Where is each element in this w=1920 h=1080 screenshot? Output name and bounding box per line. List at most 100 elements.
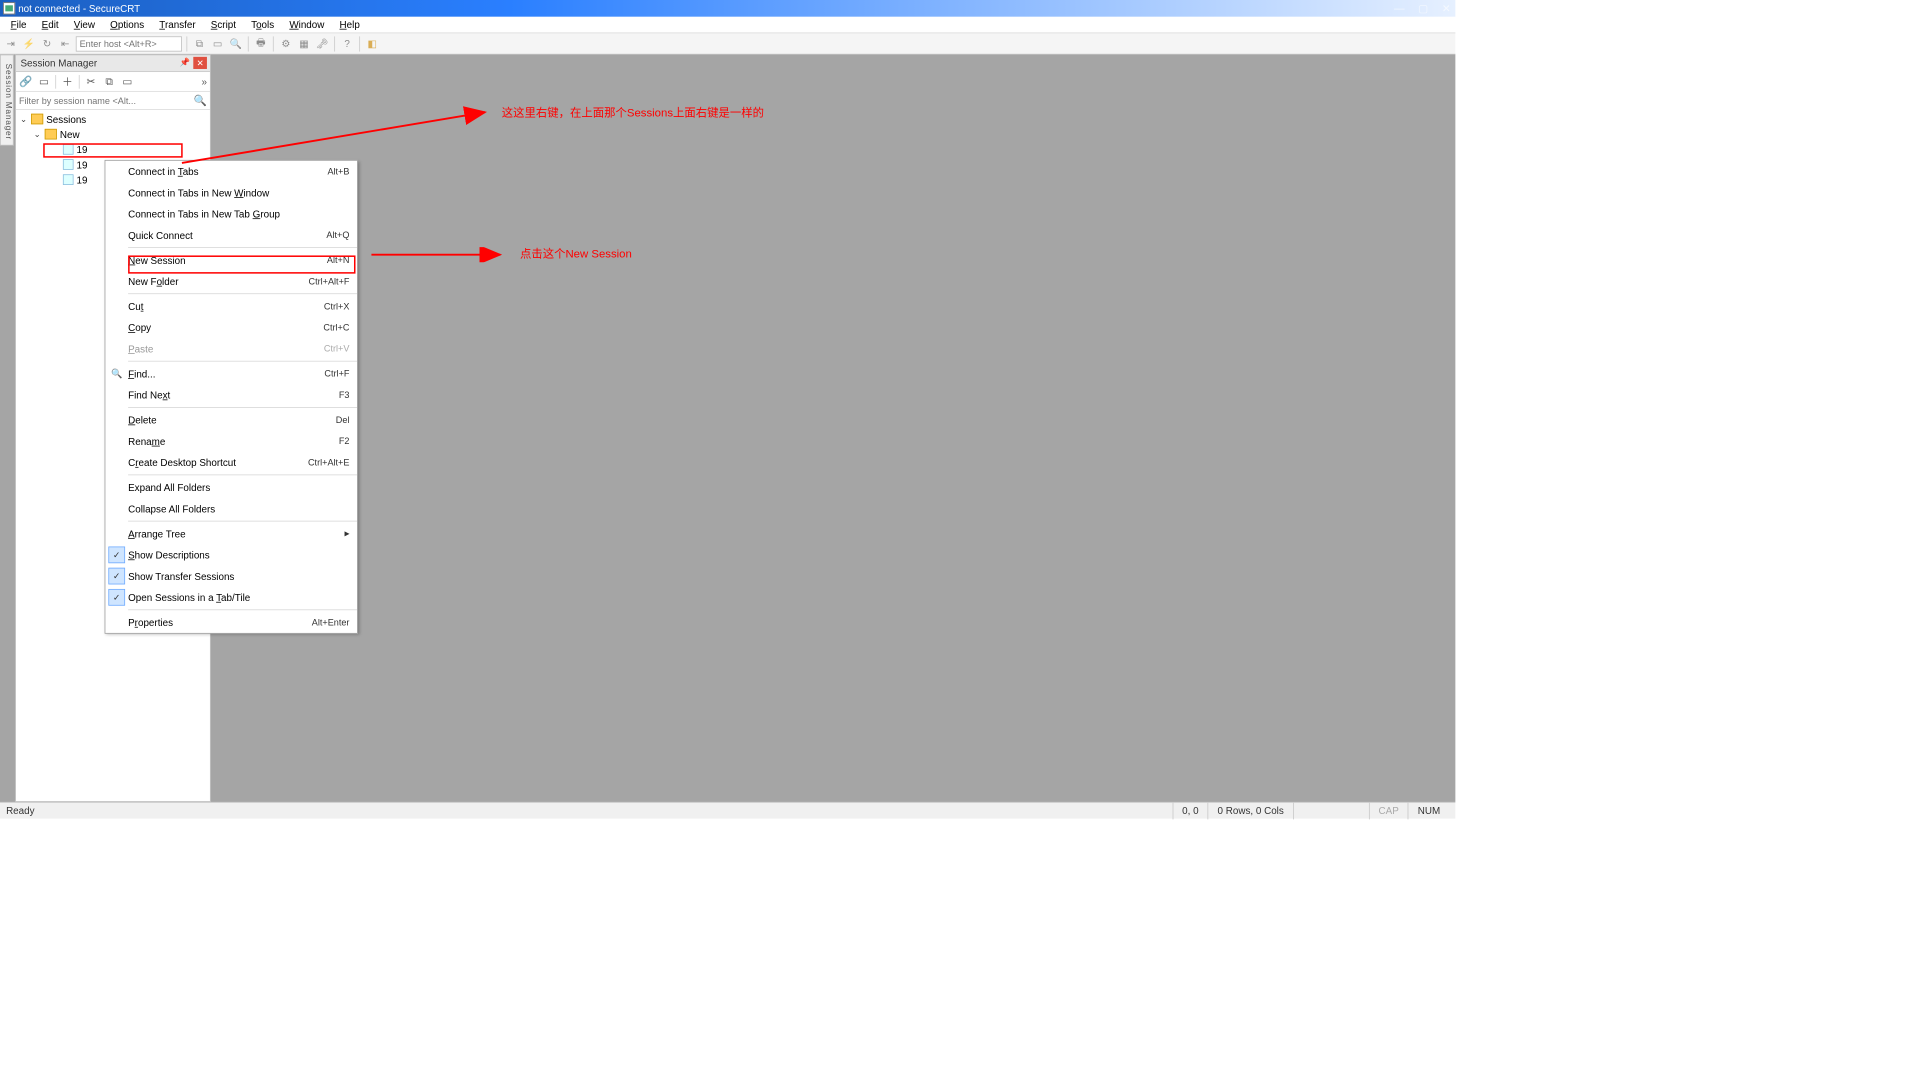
ctx-open-sessions-in-a-tab-tile[interactable]: ✓Open Sessions in a Tab/Tile	[105, 587, 357, 608]
ctx-paste: PasteCtrl+V	[105, 338, 357, 359]
sep	[79, 75, 80, 89]
menubar: File Edit View Options Transfer Script T…	[0, 17, 1455, 34]
ctx-new-session[interactable]: New SessionAlt+N	[105, 249, 357, 270]
toolbar: ⇥ ⚡ ↻ ⇤ ⧉ ▭ 🔍 🖶 ⚙ ▦ 🗝 ? ◧	[0, 33, 1455, 54]
find-icon[interactable]: 🔍	[228, 36, 243, 51]
app-icon	[3, 2, 15, 14]
overflow-icon[interactable]: »	[201, 76, 206, 87]
connect-icon[interactable]: ⇥	[3, 36, 18, 51]
menu-script[interactable]: Script	[203, 17, 243, 31]
session-manager-vertical-tab[interactable]: Session Manager	[0, 55, 14, 146]
ctx-show-descriptions[interactable]: ✓Show Descriptions	[105, 544, 357, 565]
statusbar: Ready 0, 0 0 Rows, 0 Cols CAP NUM	[0, 802, 1455, 819]
ctx-cut[interactable]: CutCtrl+X	[105, 296, 357, 317]
maximize-button[interactable]: ▢	[1418, 0, 1428, 17]
disconnect-icon[interactable]: ⇤	[58, 36, 73, 51]
expand-icon[interactable]: ⌄	[19, 114, 28, 124]
ctx-copy[interactable]: CopyCtrl+C	[105, 317, 357, 338]
tree-root-sessions[interactable]: ⌄ Sessions	[16, 111, 210, 126]
window-controls: — ▢ ✕	[1394, 0, 1451, 17]
annotation-text-1: 这这里右键，在上面那个Sessions上面右键是一样的	[502, 105, 764, 121]
new-tab-icon[interactable]: ▭	[37, 75, 51, 89]
ctx-show-transfer-sessions[interactable]: ✓Show Transfer Sessions	[105, 565, 357, 586]
close-button[interactable]: ✕	[1442, 0, 1451, 17]
window-title: not connected - SecureCRT	[18, 3, 140, 14]
host-input[interactable]	[76, 36, 182, 51]
tree-item-label: 19	[77, 174, 88, 185]
quick-connect-icon[interactable]: ⚡	[21, 36, 36, 51]
toolbar-separator	[273, 36, 274, 51]
ctx-connect-in-tabs-in-new-tab-group[interactable]: Connect in Tabs in New Tab Group	[105, 203, 357, 224]
tree-root-label: Sessions	[46, 113, 86, 124]
ctx-connect-in-tabs-in-new-window[interactable]: Connect in Tabs in New Window	[105, 182, 357, 203]
ctx-new-folder[interactable]: New FolderCtrl+Alt+F	[105, 271, 357, 292]
ctx-find-[interactable]: 🔍Find...Ctrl+F	[105, 363, 357, 384]
panel-close-button[interactable]: ✕	[193, 57, 207, 69]
menu-view[interactable]: View	[66, 17, 102, 31]
minimize-button[interactable]: —	[1394, 0, 1405, 17]
menu-options[interactable]: Options	[103, 17, 152, 31]
search-icon[interactable]: 🔍	[194, 94, 207, 107]
menu-window[interactable]: Window	[282, 17, 332, 31]
cut-icon[interactable]: ✂	[84, 75, 98, 89]
ctx-create-desktop-shortcut[interactable]: Create Desktop ShortcutCtrl+Alt+E	[105, 452, 357, 473]
session-manager-toolbar: 🔗 ▭ ＋ ✂ ⧉ ▭ »	[16, 72, 210, 92]
tree-item-label: 19	[77, 144, 88, 155]
copy-icon[interactable]: ⧉	[102, 75, 116, 89]
print-icon[interactable]: 🖶	[253, 36, 268, 51]
toolbar-separator	[186, 36, 187, 51]
tree-item-label: 19	[77, 159, 88, 170]
ctx-quick-connect[interactable]: Quick ConnectAlt+Q	[105, 224, 357, 245]
pin-icon[interactable]: 📌	[180, 58, 190, 68]
toolbar-separator	[359, 36, 360, 51]
context-menu: Connect in TabsAlt+BConnect in Tabs in N…	[105, 160, 358, 634]
paste-icon[interactable]: ▭	[121, 75, 135, 89]
ctx-expand-all-folders[interactable]: Expand All Folders	[105, 477, 357, 498]
ctx-arrange-tree[interactable]: Arrange Tree▸	[105, 523, 357, 544]
status-rows-cols: 0 Rows, 0 Cols	[1208, 802, 1293, 819]
key-icon[interactable]: 🗝	[315, 36, 330, 51]
help-icon[interactable]: ?	[340, 36, 355, 51]
new-session-icon[interactable]: ＋	[61, 75, 75, 89]
status-num: NUM	[1408, 802, 1449, 819]
paste-icon[interactable]: ▭	[210, 36, 225, 51]
tree-session-item[interactable]: 19	[16, 142, 210, 157]
session-icon	[63, 174, 74, 185]
reconnect-icon[interactable]: ↻	[39, 36, 54, 51]
menu-file[interactable]: File	[3, 17, 34, 31]
filter-input[interactable]	[19, 95, 191, 106]
tree-folder-new[interactable]: ⌄ New	[16, 127, 210, 142]
ctx-rename[interactable]: RenameF2	[105, 431, 357, 452]
session-filter: 🔍	[16, 92, 210, 110]
link-icon[interactable]: 🔗	[19, 75, 33, 89]
session-manager-titlebar: Session Manager 📌 ✕	[16, 55, 210, 72]
session-icon	[63, 144, 74, 155]
folder-icon	[45, 129, 57, 140]
menu-help[interactable]: Help	[332, 17, 367, 31]
folder-icon	[31, 114, 43, 125]
titlebar: not connected - SecureCRT — ▢ ✕	[0, 0, 1455, 17]
ctx-collapse-all-folders[interactable]: Collapse All Folders	[105, 498, 357, 519]
status-cap: CAP	[1369, 802, 1408, 819]
session-options-icon[interactable]: ▦	[296, 36, 311, 51]
session-icon	[63, 159, 74, 170]
ctx-properties[interactable]: PropertiesAlt+Enter	[105, 612, 357, 633]
menu-tools[interactable]: Tools	[244, 17, 282, 31]
annotation-text-2: 点击这个New Session	[520, 246, 632, 262]
menu-edit[interactable]: Edit	[34, 17, 66, 31]
tree-folder-label: New	[60, 128, 80, 139]
ctx-find-next[interactable]: Find NextF3	[105, 384, 357, 405]
status-ready: Ready	[6, 802, 44, 819]
misc-icon[interactable]: ◧	[365, 36, 380, 51]
toolbar-separator	[248, 36, 249, 51]
status-empty	[1293, 802, 1369, 819]
gear-icon[interactable]: ⚙	[278, 36, 293, 51]
session-manager-title: Session Manager	[20, 58, 97, 69]
copy-icon[interactable]: ⧉	[192, 36, 207, 51]
toolbar-separator	[334, 36, 335, 51]
ctx-delete[interactable]: DeleteDel	[105, 409, 357, 430]
sep	[55, 75, 56, 89]
expand-icon[interactable]: ⌄	[33, 129, 42, 139]
menu-transfer[interactable]: Transfer	[152, 17, 203, 31]
ctx-connect-in-tabs[interactable]: Connect in TabsAlt+B	[105, 161, 357, 182]
